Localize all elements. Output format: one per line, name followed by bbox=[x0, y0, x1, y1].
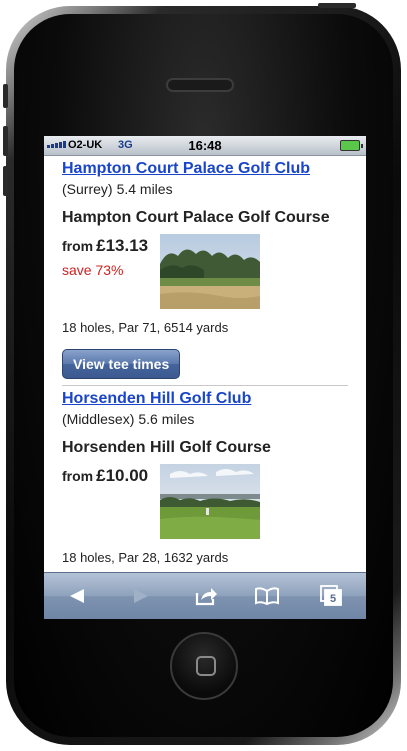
clock: 16:48 bbox=[188, 138, 222, 153]
club-location: (Surrey) 5.4 miles bbox=[62, 181, 352, 197]
battery-icon bbox=[340, 140, 363, 151]
status-bar: O2-UK 3G 16:48 bbox=[44, 136, 366, 156]
browser-toolbar: 5 bbox=[44, 572, 366, 619]
listing: Hampton Court Palace Golf Club (Surrey) 5… bbox=[62, 160, 352, 379]
price-amount: £13.13 bbox=[96, 236, 149, 255]
saving-label: save 73% bbox=[62, 262, 124, 278]
price: from £10.00 bbox=[62, 466, 148, 486]
price-amount: £10.00 bbox=[96, 466, 149, 485]
pages-button[interactable]: 5 bbox=[316, 582, 346, 610]
price-row: from £10.00 bbox=[62, 464, 352, 544]
price-row: from £13.13 save 73% bbox=[62, 234, 352, 314]
course-photo bbox=[160, 464, 260, 539]
volume-up-button bbox=[3, 126, 8, 156]
listing: Horsenden Hill Golf Club (Middlesex) 5.6 … bbox=[62, 390, 352, 565]
volume-down-button bbox=[3, 166, 8, 196]
pages-count: 5 bbox=[330, 593, 336, 605]
back-icon bbox=[70, 589, 84, 603]
course-details: 18 holes, Par 71, 6514 yards bbox=[62, 320, 229, 335]
screen: O2-UK 3G 16:48 Hampton Court Palace Golf… bbox=[44, 136, 366, 619]
club-link[interactable]: Horsenden Hill Golf Club bbox=[62, 390, 352, 408]
club-distance: 5.4 miles bbox=[116, 181, 173, 197]
club-location: (Middlesex) 5.6 miles bbox=[62, 411, 352, 427]
club-link[interactable]: Hampton Court Palace Golf Club bbox=[62, 160, 352, 178]
view-tee-times-button[interactable]: View tee times bbox=[62, 349, 181, 379]
course-details: 18 holes, Par 28, 1632 yards bbox=[62, 550, 229, 565]
course-photo bbox=[160, 234, 260, 309]
earpiece-speaker bbox=[166, 78, 234, 92]
mute-switch bbox=[3, 84, 8, 108]
price-prefix: from bbox=[62, 238, 94, 254]
bookmarks-icon bbox=[255, 587, 279, 605]
club-distance: 5.6 miles bbox=[138, 411, 195, 427]
forward-icon bbox=[134, 589, 148, 603]
page-content[interactable]: Hampton Court Palace Golf Club (Surrey) 5… bbox=[44, 157, 366, 572]
club-region: (Middlesex) bbox=[62, 411, 135, 427]
home-button[interactable] bbox=[170, 632, 238, 700]
share-icon bbox=[195, 588, 217, 606]
bookmarks-button[interactable] bbox=[252, 582, 282, 610]
back-button[interactable] bbox=[62, 582, 92, 610]
course-name: Hampton Court Palace Golf Course bbox=[62, 209, 330, 226]
price: from £13.13 bbox=[62, 236, 148, 256]
share-button[interactable] bbox=[191, 582, 221, 610]
pages-icon: 5 bbox=[320, 585, 342, 606]
price-prefix: from bbox=[62, 468, 94, 484]
forward-button[interactable] bbox=[126, 582, 156, 610]
sleep-button bbox=[318, 3, 356, 8]
listing-divider bbox=[62, 385, 348, 386]
club-region: (Surrey) bbox=[62, 181, 113, 197]
course-name: Horsenden Hill Golf Course bbox=[62, 439, 271, 456]
home-square-icon bbox=[196, 656, 216, 676]
